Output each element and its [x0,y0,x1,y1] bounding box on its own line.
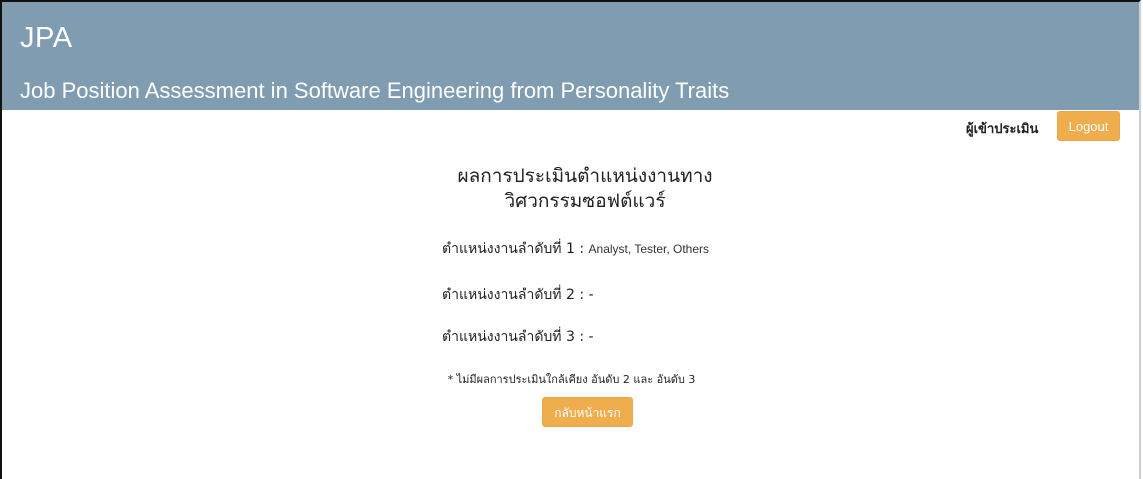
result-title: ผลการประเมินตำแหน่งงานทาง วิศวกรรมซอฟต์แ… [430,164,740,214]
rank-label-1: ตำแหน่งงานลำดับที่ 1 : [442,241,585,257]
rank-value-3: - [588,329,594,345]
rank-value-1: Analyst, Tester, Others [588,242,710,256]
result-note: * ไม่มีผลการประเมินใกล้เคียง อันดับ 2 แล… [447,373,696,386]
app-subtitle: Job Position Assessment in Software Engi… [20,78,730,103]
result-title-line-1: ผลการประเมินตำแหน่งงานทาง [457,165,713,187]
app-header: JPA Job Position Assessment in Software … [2,2,1139,110]
rank-row-3: ตำแหน่งงานลำดับที่ 3 : - [442,326,594,348]
logout-button[interactable]: Logout [1057,111,1120,141]
user-role-label: ผู้เข้าประเมิน [966,122,1039,137]
app-title: JPA [20,22,73,54]
result-title-line-2: วิศวกรรมซอฟต์แวร์ [504,190,666,212]
rank-label-3: ตำแหน่งงานลำดับที่ 3 : [442,329,585,345]
rank-row-1: ตำแหน่งงานลำดับที่ 1 : Analyst, Tester, … [442,238,709,260]
rank-label-2: ตำแหน่งงานลำดับที่ 2 : [442,287,585,303]
back-to-home-button[interactable]: กลับหน้าแรก [542,397,633,427]
rank-row-2: ตำแหน่งงานลำดับที่ 2 : - [442,284,594,306]
rank-value-2: - [588,287,594,303]
